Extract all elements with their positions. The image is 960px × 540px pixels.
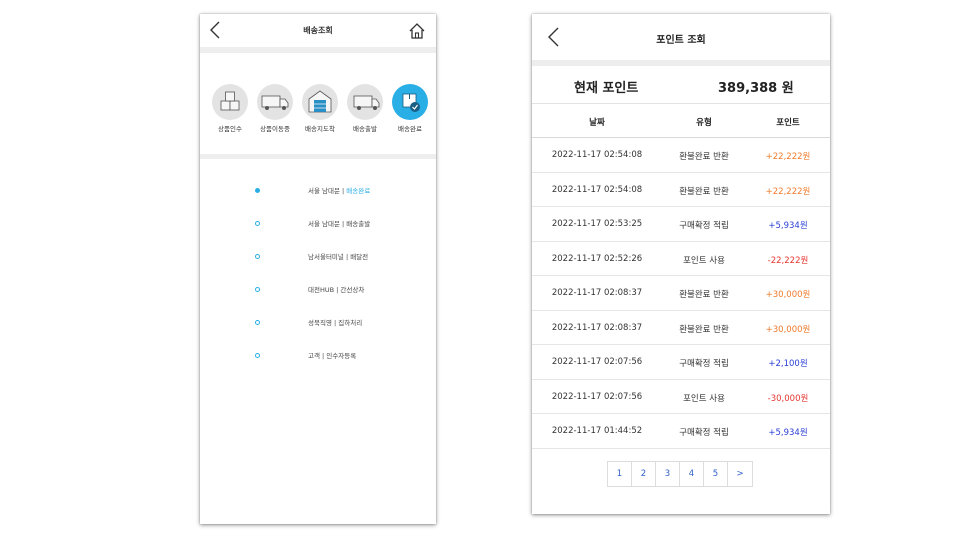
page-button[interactable]: 3 xyxy=(656,462,680,486)
table-header: 날짜 유형 포인트 xyxy=(532,104,830,138)
cell-type: 포인트 사용 xyxy=(683,393,725,404)
timeline-dot-icon xyxy=(255,221,260,226)
cell-points: +5,934원 xyxy=(768,221,808,231)
cell-type: 환불완료 반환 xyxy=(679,290,729,300)
cell-points: +30,000원 xyxy=(765,324,811,335)
timeline-item: 성북직영 | 집하처리 xyxy=(200,316,436,332)
cell-type: 구매확정 적립 xyxy=(679,359,729,369)
step-item: 상품이동중 xyxy=(253,84,297,133)
timeline-status: 인수자등록 xyxy=(326,352,357,360)
point-history-screen: 포인트 조회 현재 포인트 389,388 원 날짜 유형 포인트 2022-1… xyxy=(532,14,830,514)
current-points-value: 389,388 원 xyxy=(718,81,794,96)
box-check-icon xyxy=(392,84,428,120)
step-item-active: 배송완료 xyxy=(388,84,432,133)
cell-points: -30,000원 xyxy=(767,393,809,404)
step-item: 상품인수 xyxy=(208,84,252,133)
boxes-icon xyxy=(212,84,248,120)
cell-date: 2022-11-17 02:54:08 xyxy=(551,184,643,195)
delivery-steps: 상품인수 상품이동중 배송지도착 배송출발 배송완료 xyxy=(208,84,432,144)
next-page-button[interactable]: > xyxy=(728,462,752,486)
cell-date: 2022-11-17 02:08:37 xyxy=(551,288,643,298)
step-label: 배송완료 xyxy=(398,125,422,133)
cell-date: 2022-11-17 02:07:56 xyxy=(551,357,643,367)
timeline-dot-icon xyxy=(255,188,260,193)
table-row: 2022-11-17 02:54:08 환불완료 반환 +22,222원 xyxy=(532,173,830,207)
timeline-location: 남서울터미널 xyxy=(308,253,344,261)
cell-points: +30,000원 xyxy=(765,290,811,300)
step-label: 배송출발 xyxy=(353,125,377,133)
timeline-status: 집하처리 xyxy=(338,319,363,327)
cell-type: 구매확정 적립 xyxy=(679,428,729,438)
timeline-status: 배달전 xyxy=(350,253,369,261)
delivery-tracking-screen: 배송조회 상품인수 상품이동중 배송지도착 배송출발 배송완료 서울 남대문 |… xyxy=(200,14,436,524)
cell-date: 2022-11-17 02:08:37 xyxy=(551,322,643,333)
divider xyxy=(200,154,436,159)
header: 배송조회 xyxy=(200,14,436,46)
timeline-location: 서울 남대문 xyxy=(308,187,340,195)
cell-date: 2022-11-17 02:53:25 xyxy=(551,219,643,229)
divider xyxy=(200,47,436,53)
cell-type: 환불완료 반환 xyxy=(679,324,729,335)
timeline-item: 대전HUB | 간선상차 xyxy=(200,283,436,299)
truck-moving-icon xyxy=(257,84,293,120)
cell-type: 환불완료 반환 xyxy=(679,152,729,162)
timeline-location: 성북직영 xyxy=(308,319,332,327)
page-button[interactable]: 4 xyxy=(680,462,704,486)
cell-points: +22,222원 xyxy=(765,152,811,162)
cell-type: 포인트 사용 xyxy=(683,255,725,266)
current-points-summary: 현재 포인트 389,388 원 xyxy=(532,66,830,104)
table-row: 2022-11-17 02:52:26 포인트 사용 -22,222원 xyxy=(532,242,830,276)
page-button[interactable]: 1 xyxy=(608,462,632,486)
table-row: 2022-11-17 02:54:08 환불완료 반환 +22,222원 xyxy=(532,138,830,173)
timeline-item: 서울 남대문 | 배송완료 xyxy=(200,184,436,200)
timeline-status: 간선상차 xyxy=(340,286,365,294)
step-label: 상품이동중 xyxy=(260,125,290,133)
step-item: 배송출발 xyxy=(343,84,387,133)
pagination: 1 2 3 4 5 > xyxy=(607,461,753,487)
timeline-item: 고객 | 인수자등록 xyxy=(200,349,436,365)
cell-points: +2,100원 xyxy=(768,359,808,369)
warehouse-icon xyxy=(302,84,338,120)
cell-type: 구매확정 적립 xyxy=(679,221,729,231)
current-points-label: 현재 포인트 xyxy=(574,81,639,96)
cell-points: +22,222원 xyxy=(765,186,811,197)
cell-date: 2022-11-17 02:07:56 xyxy=(551,391,643,402)
cell-date: 2022-11-17 01:44:52 xyxy=(551,426,643,436)
page-title: 배송조회 xyxy=(303,26,333,35)
cell-date: 2022-11-17 02:52:26 xyxy=(551,253,643,264)
column-header-points: 포인트 xyxy=(776,118,800,128)
page-title: 포인트 조회 xyxy=(656,35,706,46)
table-row: 2022-11-17 02:53:25 구매확정 적립 +5,934원 xyxy=(532,207,830,242)
header: 포인트 조회 xyxy=(532,14,830,60)
timeline-location: 대전HUB xyxy=(308,286,335,294)
timeline-location: 서울 남대문 xyxy=(308,220,340,228)
table-row: 2022-11-17 02:07:56 포인트 사용 -30,000원 xyxy=(532,380,830,414)
timeline-location: 고객 xyxy=(308,352,320,360)
table-row: 2022-11-17 02:07:56 구매확정 적립 +2,100원 xyxy=(532,345,830,380)
cell-points: -22,222원 xyxy=(767,255,809,266)
cell-type: 환불완료 반환 xyxy=(679,186,729,197)
page-button[interactable]: 2 xyxy=(632,462,656,486)
timeline-dot-icon xyxy=(255,353,260,358)
column-header-type: 유형 xyxy=(696,118,712,128)
step-label: 상품인수 xyxy=(218,125,242,133)
cell-date: 2022-11-17 02:54:08 xyxy=(551,150,643,160)
column-header-date: 날짜 xyxy=(589,118,605,128)
timeline-status: 배송출발 xyxy=(346,220,371,228)
table-row: 2022-11-17 01:44:52 구매확정 적립 +5,934원 xyxy=(532,414,830,449)
timeline-dot-icon xyxy=(255,287,260,292)
table-row: 2022-11-17 02:08:37 환불완료 반환 +30,000원 xyxy=(532,311,830,345)
cell-points: +5,934원 xyxy=(768,428,808,438)
step-label: 배송지도착 xyxy=(305,125,335,133)
timeline-status: 배송완료 xyxy=(346,187,371,195)
home-icon[interactable] xyxy=(408,22,426,40)
step-item: 배송지도착 xyxy=(298,84,342,133)
timeline-item: 남서울터미널 | 배달전 xyxy=(200,250,436,266)
timeline-dot-icon xyxy=(255,254,260,259)
timeline-dot-icon xyxy=(255,320,260,325)
timeline-item: 서울 남대문 | 배송출발 xyxy=(200,217,436,233)
page-button[interactable]: 5 xyxy=(704,462,728,486)
table-row: 2022-11-17 02:08:37 환불완료 반환 +30,000원 xyxy=(532,276,830,311)
truck-departing-icon xyxy=(347,84,383,120)
